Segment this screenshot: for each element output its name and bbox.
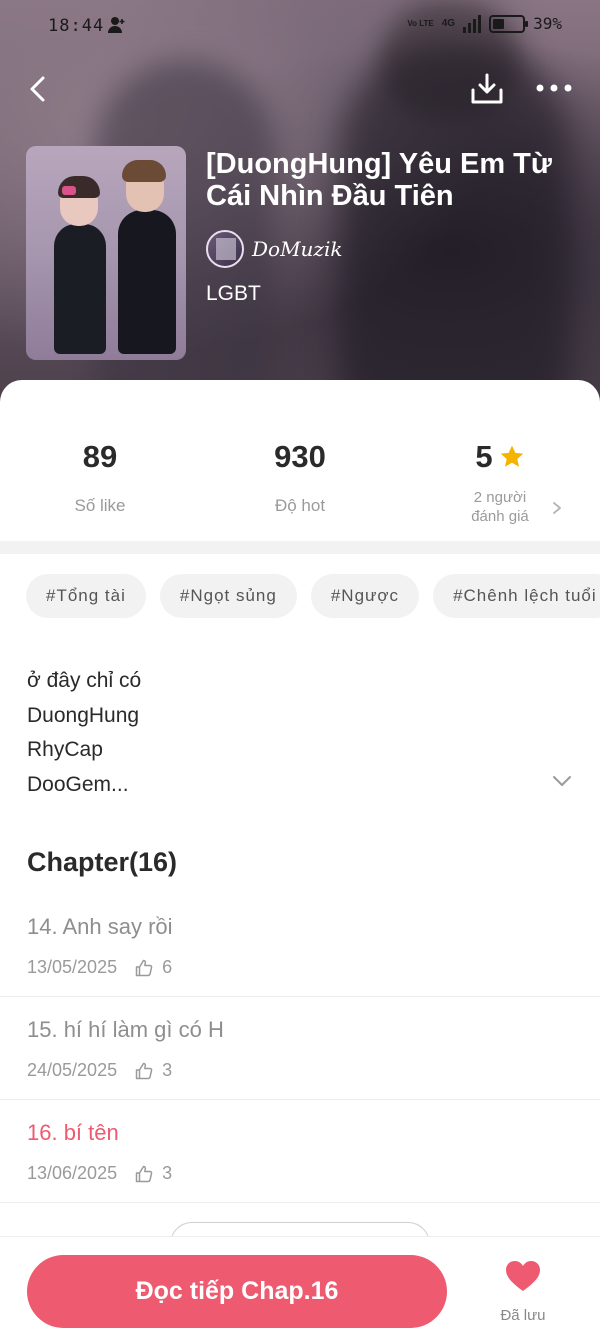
tag-list: #Tổng tài #Ngọt sủng #Ngược #Chênh lệch tuổ…	[26, 574, 600, 620]
chapter-title: 16. bí tên	[27, 1120, 119, 1145]
story-description[interactable]: ở đây chỉ có DuongHung RhyCap DooGem...	[27, 664, 527, 802]
author-avatar	[206, 230, 244, 268]
stat-hot: 930 Độ hot	[200, 438, 400, 516]
chapter-likes: 3	[162, 1163, 173, 1183]
chapter-date: 24/05/2025	[27, 1060, 118, 1080]
download-icon[interactable]	[468, 70, 506, 108]
battery-icon	[489, 14, 529, 33]
like-icon	[135, 1062, 153, 1079]
like-icon	[135, 959, 153, 976]
hot-label: Độ hot	[274, 496, 326, 515]
author-name: DoMuzik	[252, 237, 343, 261]
signal-icon	[463, 14, 482, 33]
chevron-down-icon[interactable]	[551, 774, 573, 788]
back-icon[interactable]	[22, 72, 56, 106]
star-icon	[500, 445, 523, 467]
chevron-right-icon[interactable]	[551, 501, 563, 515]
detail-sheet: 89 Số like 930 Độ hot 5 2 người đánh giá…	[0, 380, 600, 1343]
section-divider	[0, 541, 600, 554]
chapter-date: 13/05/2025	[27, 957, 118, 977]
stats-row: 89 Số like 930 Độ hot 5 2 người đánh giá	[0, 380, 600, 540]
rating-count-label: 2 người	[473, 489, 527, 506]
chapter-row[interactable]: 15. hí hí làm gì có H 24/05/2025 3	[0, 997, 600, 1100]
description-line: DuongHung	[27, 703, 140, 727]
hot-count: 930	[274, 439, 326, 474]
story-genre[interactable]: LGBT	[206, 282, 261, 306]
heart-icon	[506, 1261, 540, 1291]
story-title: [DuongHung] Yêu Em Từ Cái Nhìn Đầu Tiên	[206, 148, 552, 212]
more-icon[interactable]	[534, 76, 574, 100]
save-button[interactable]: Đã lưu	[488, 1259, 558, 1324]
tag-chip[interactable]: #Tổng tài	[26, 574, 146, 618]
tag-chip[interactable]: #Ngược	[310, 574, 420, 618]
chapter-title: 14. Anh say rồi	[27, 914, 173, 939]
like-icon	[135, 1165, 153, 1182]
network-type: 4G	[441, 18, 456, 29]
description-line: RhyCap	[27, 738, 103, 761]
rating-value: 5	[475, 439, 493, 474]
rating-label: đánh giá	[471, 508, 529, 525]
saved-label: Đã lưu	[500, 1307, 546, 1324]
tag-chip[interactable]: #Chênh lệch tuổi	[433, 574, 600, 618]
stat-likes: 89 Số like	[0, 438, 200, 516]
chapter-likes: 3	[162, 1060, 173, 1080]
bottom-bar: Đọc tiếp Chap.16 Đã lưu	[0, 1236, 600, 1343]
chapter-likes: 6	[162, 957, 173, 977]
status-time: 18:44	[48, 16, 105, 36]
chapter-row-current[interactable]: 16. bí tên 13/06/2025 3	[0, 1100, 600, 1203]
likes-label: Số like	[74, 496, 126, 515]
chapter-row[interactable]: 14. Anh say rồi 13/05/2025 6	[0, 894, 600, 997]
status-bar: 18:44 Vo LTE 4G 39%	[0, 0, 600, 52]
likes-count: 89	[82, 439, 118, 474]
chapter-heading: Chapter(16)	[27, 847, 178, 877]
description-line: DooGem...	[27, 772, 129, 796]
description-line: ở đây chỉ có	[27, 669, 142, 692]
tag-chip[interactable]: #Ngọt sủng	[159, 574, 297, 618]
person-add-icon	[108, 17, 125, 33]
stat-rating[interactable]: 5 2 người đánh giá	[400, 438, 600, 526]
volte-indicator: Vo LTE	[407, 19, 434, 28]
chapter-title: 15. hí hí làm gì có H	[27, 1017, 224, 1042]
chapter-date: 13/06/2025	[27, 1163, 118, 1183]
battery-percent: 39%	[533, 14, 562, 33]
story-cover-image	[26, 146, 186, 360]
author-link[interactable]: DoMuzik	[206, 230, 343, 268]
continue-reading-button[interactable]: Đọc tiếp Chap.16	[27, 1255, 447, 1328]
